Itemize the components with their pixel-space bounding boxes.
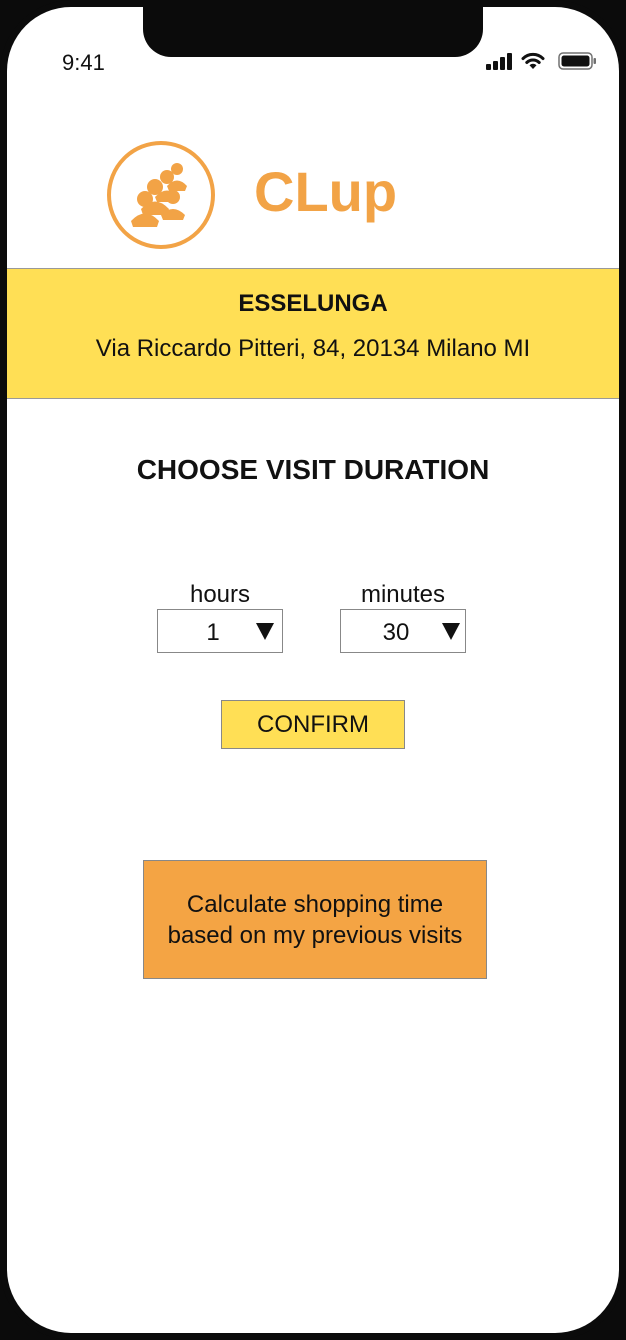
hours-label: hours xyxy=(189,581,251,608)
cellular-signal-icon xyxy=(486,53,512,70)
app-title: CLup xyxy=(254,160,398,223)
minutes-select[interactable]: 30 xyxy=(340,609,466,653)
battery-icon xyxy=(558,52,596,70)
minutes-label: minutes xyxy=(360,581,446,608)
phone-screen: 9:41 CLup ESSELUNGA Via Riccardo Pitteri… xyxy=(7,7,619,1333)
choose-duration-title: CHOOSE VISIT DURATION xyxy=(136,454,490,485)
phone-frame: 9:41 CLup ESSELUNGA Via Riccardo Pitteri… xyxy=(0,0,626,1340)
store-name: ESSELUNGA xyxy=(238,290,388,317)
hours-value: 1 xyxy=(206,619,220,646)
notch xyxy=(143,7,483,57)
calculate-label-line1: Calculate shopping time xyxy=(186,890,444,918)
dropdown-arrow-icon xyxy=(442,623,460,640)
calculate-label-line2: based on my previous visits xyxy=(167,921,463,949)
store-address: Via Riccardo Pitteri, 84, 20134 Milano M… xyxy=(95,335,531,362)
calculate-shopping-time-button[interactable]: Calculate shopping time based on my prev… xyxy=(143,860,487,979)
clup-logo-icon xyxy=(107,141,215,249)
hours-select[interactable]: 1 xyxy=(157,609,283,653)
store-banner: ESSELUNGA Via Riccardo Pitteri, 84, 2013… xyxy=(7,268,619,399)
confirm-button[interactable]: CONFIRM xyxy=(221,700,405,749)
minutes-value: 30 xyxy=(382,619,410,646)
dropdown-arrow-icon xyxy=(256,623,274,640)
status-time: 9:41 xyxy=(62,50,105,75)
wifi-icon xyxy=(521,52,545,69)
